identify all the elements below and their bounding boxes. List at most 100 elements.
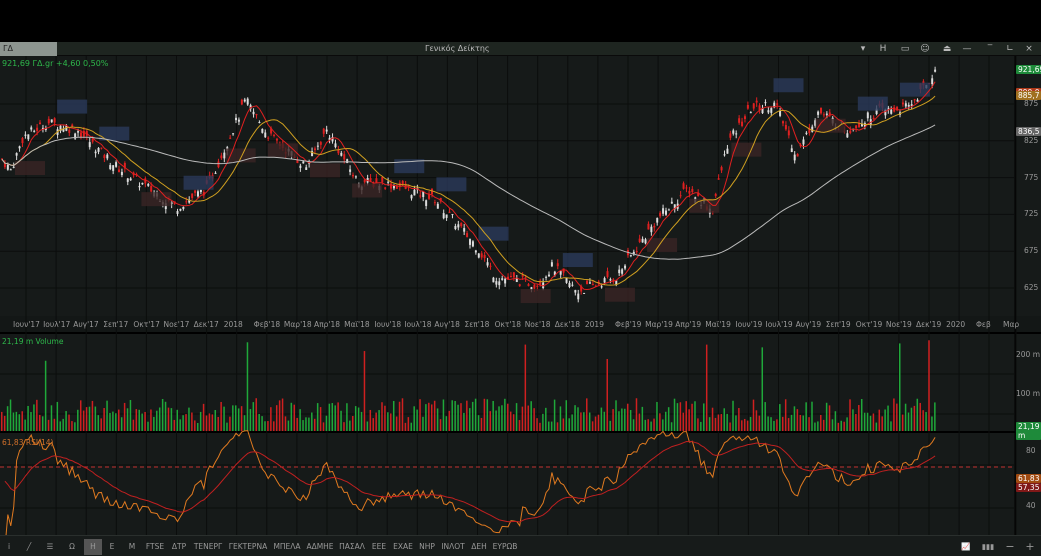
date-tick: Δεκ'17 [193, 320, 219, 329]
toolbar-item[interactable]: Ε [103, 539, 121, 555]
toolbar-item[interactable]: Ω [61, 539, 83, 555]
toolbar-item[interactable]: ΤΕΝΕΡΓ [191, 539, 225, 555]
volume-bar [27, 405, 29, 431]
volume-bar [94, 406, 97, 431]
toolbar-item[interactable]: ☰ [40, 539, 60, 555]
candle-body [448, 211, 451, 213]
volume-bar [12, 412, 15, 431]
volume-bar [808, 417, 810, 431]
candle-body [88, 142, 91, 148]
volume-bar [738, 408, 740, 431]
save-icon[interactable]: ▭ [898, 42, 912, 56]
face-icon[interactable]: ☺ [918, 42, 932, 56]
date-tick: Δεκ'19 [916, 320, 942, 329]
volume-bar [138, 409, 140, 431]
candle-body [776, 103, 779, 105]
candle-body [717, 178, 720, 180]
candle-body [349, 169, 352, 172]
candle-body [817, 111, 820, 115]
window-title: Γενικός Δείκτης [425, 44, 490, 53]
toolbar-item[interactable]: FTSE [143, 539, 167, 555]
toolbar-item[interactable]: ╱ [19, 539, 39, 555]
volume-bar [235, 405, 237, 431]
toolbar-item[interactable]: ΕΥΡΩΒ [491, 539, 519, 555]
volume-bar [846, 417, 848, 431]
toolbar-item[interactable]: i [0, 539, 18, 555]
volume-bar [463, 412, 465, 431]
volume-bar [591, 421, 594, 431]
rsi-last-tag: 61,83 [1016, 474, 1041, 483]
close-button[interactable]: × [1022, 42, 1036, 56]
bar-chart-icon[interactable]: ▮▮▮ [980, 539, 996, 555]
toolbar-item[interactable]: ΕΕΕ [368, 539, 390, 555]
toolbar-item[interactable]: ΓΕΚΤΕΡΝΑ [226, 539, 270, 555]
volume-bar [825, 402, 828, 431]
volume-bar [363, 351, 366, 431]
zone-box [15, 161, 45, 176]
toolbar-item[interactable]: ΑΔΜΗΕ [304, 539, 336, 555]
toolbar-item[interactable]: ΙΝΛΟΤ [439, 539, 467, 555]
volume-bar [170, 408, 173, 431]
candle-body [232, 133, 235, 135]
volume-bar [749, 416, 752, 431]
volume-bar [249, 409, 252, 431]
toolbar-item[interactable]: ΕΧΑΕ [391, 539, 415, 555]
volume-bar [319, 407, 322, 431]
candle-body [790, 148, 793, 152]
volume-bar [495, 410, 497, 431]
candle-body [384, 187, 387, 189]
volume-bar [550, 421, 553, 431]
restore-button[interactable]: ∟ [1003, 42, 1017, 56]
volume-bar [88, 406, 91, 431]
candle-body [688, 190, 691, 194]
volume-bar [346, 403, 348, 431]
volume-bar [428, 402, 430, 431]
toolbar-item[interactable]: ΔΤΡ [168, 539, 190, 555]
toolbar-item[interactable]: Η [84, 539, 102, 555]
volume-bar [650, 421, 652, 431]
toolbar-item[interactable]: ΜΠΕΛΑ [271, 539, 303, 555]
candle-body [667, 209, 670, 211]
volume-bar [817, 421, 819, 431]
volume-bar [901, 414, 904, 431]
minimize-button[interactable]: ‾ [983, 42, 997, 56]
volume-bar [729, 422, 731, 431]
rsi-title: 61,83 RSI(14) [2, 438, 54, 447]
price-tick: 825 [1024, 135, 1039, 145]
candle-body [779, 110, 782, 116]
volume-bar [299, 409, 301, 431]
candle-body [264, 132, 267, 138]
volume-bar [603, 411, 606, 431]
volume-bar [539, 422, 541, 431]
zoom-in-button[interactable]: + [1023, 539, 1037, 555]
toolbar-item[interactable]: ΠΑΣΑΛ [337, 539, 367, 555]
volume-bar [881, 416, 883, 431]
zoom-out-button[interactable]: − [1003, 539, 1017, 555]
dropdown-icon[interactable]: ▾ [856, 42, 870, 56]
lock-icon[interactable]: ⏏ [940, 42, 954, 56]
volume-bar [802, 415, 804, 431]
toolbar-item[interactable]: ΝΗΡ [416, 539, 438, 555]
volume-bar [752, 399, 755, 431]
symbol-tab[interactable]: ΓΔ [0, 42, 57, 56]
chart-area[interactable]: 921,69 ΓΔ.gr +4,60 0,50% 625 675 725 775 825… [0, 56, 1041, 535]
indicator-chart-icon[interactable]: 📈 [958, 539, 974, 555]
volume-bar [390, 413, 392, 431]
volume-bar [281, 398, 284, 431]
toolbar-item[interactable]: ΔΕΗ [468, 539, 490, 555]
minimize-line-icon[interactable]: — [960, 42, 974, 56]
date-tick: Ιουλ'17 [43, 320, 71, 329]
volume-bar [278, 400, 281, 431]
volume-bar [855, 414, 857, 431]
volume-bar [252, 402, 255, 431]
h-button[interactable]: H [876, 42, 890, 56]
chart-canvas[interactable] [0, 56, 1041, 535]
toolbar-item[interactable]: Μ [122, 539, 142, 555]
candle-body [436, 203, 439, 209]
volume-bar [328, 403, 331, 431]
candle-body [714, 193, 717, 196]
candle-body [30, 127, 33, 130]
candle-body [258, 122, 261, 124]
candle-body [53, 118, 56, 123]
date-tick: Οκτ'17 [133, 320, 160, 329]
